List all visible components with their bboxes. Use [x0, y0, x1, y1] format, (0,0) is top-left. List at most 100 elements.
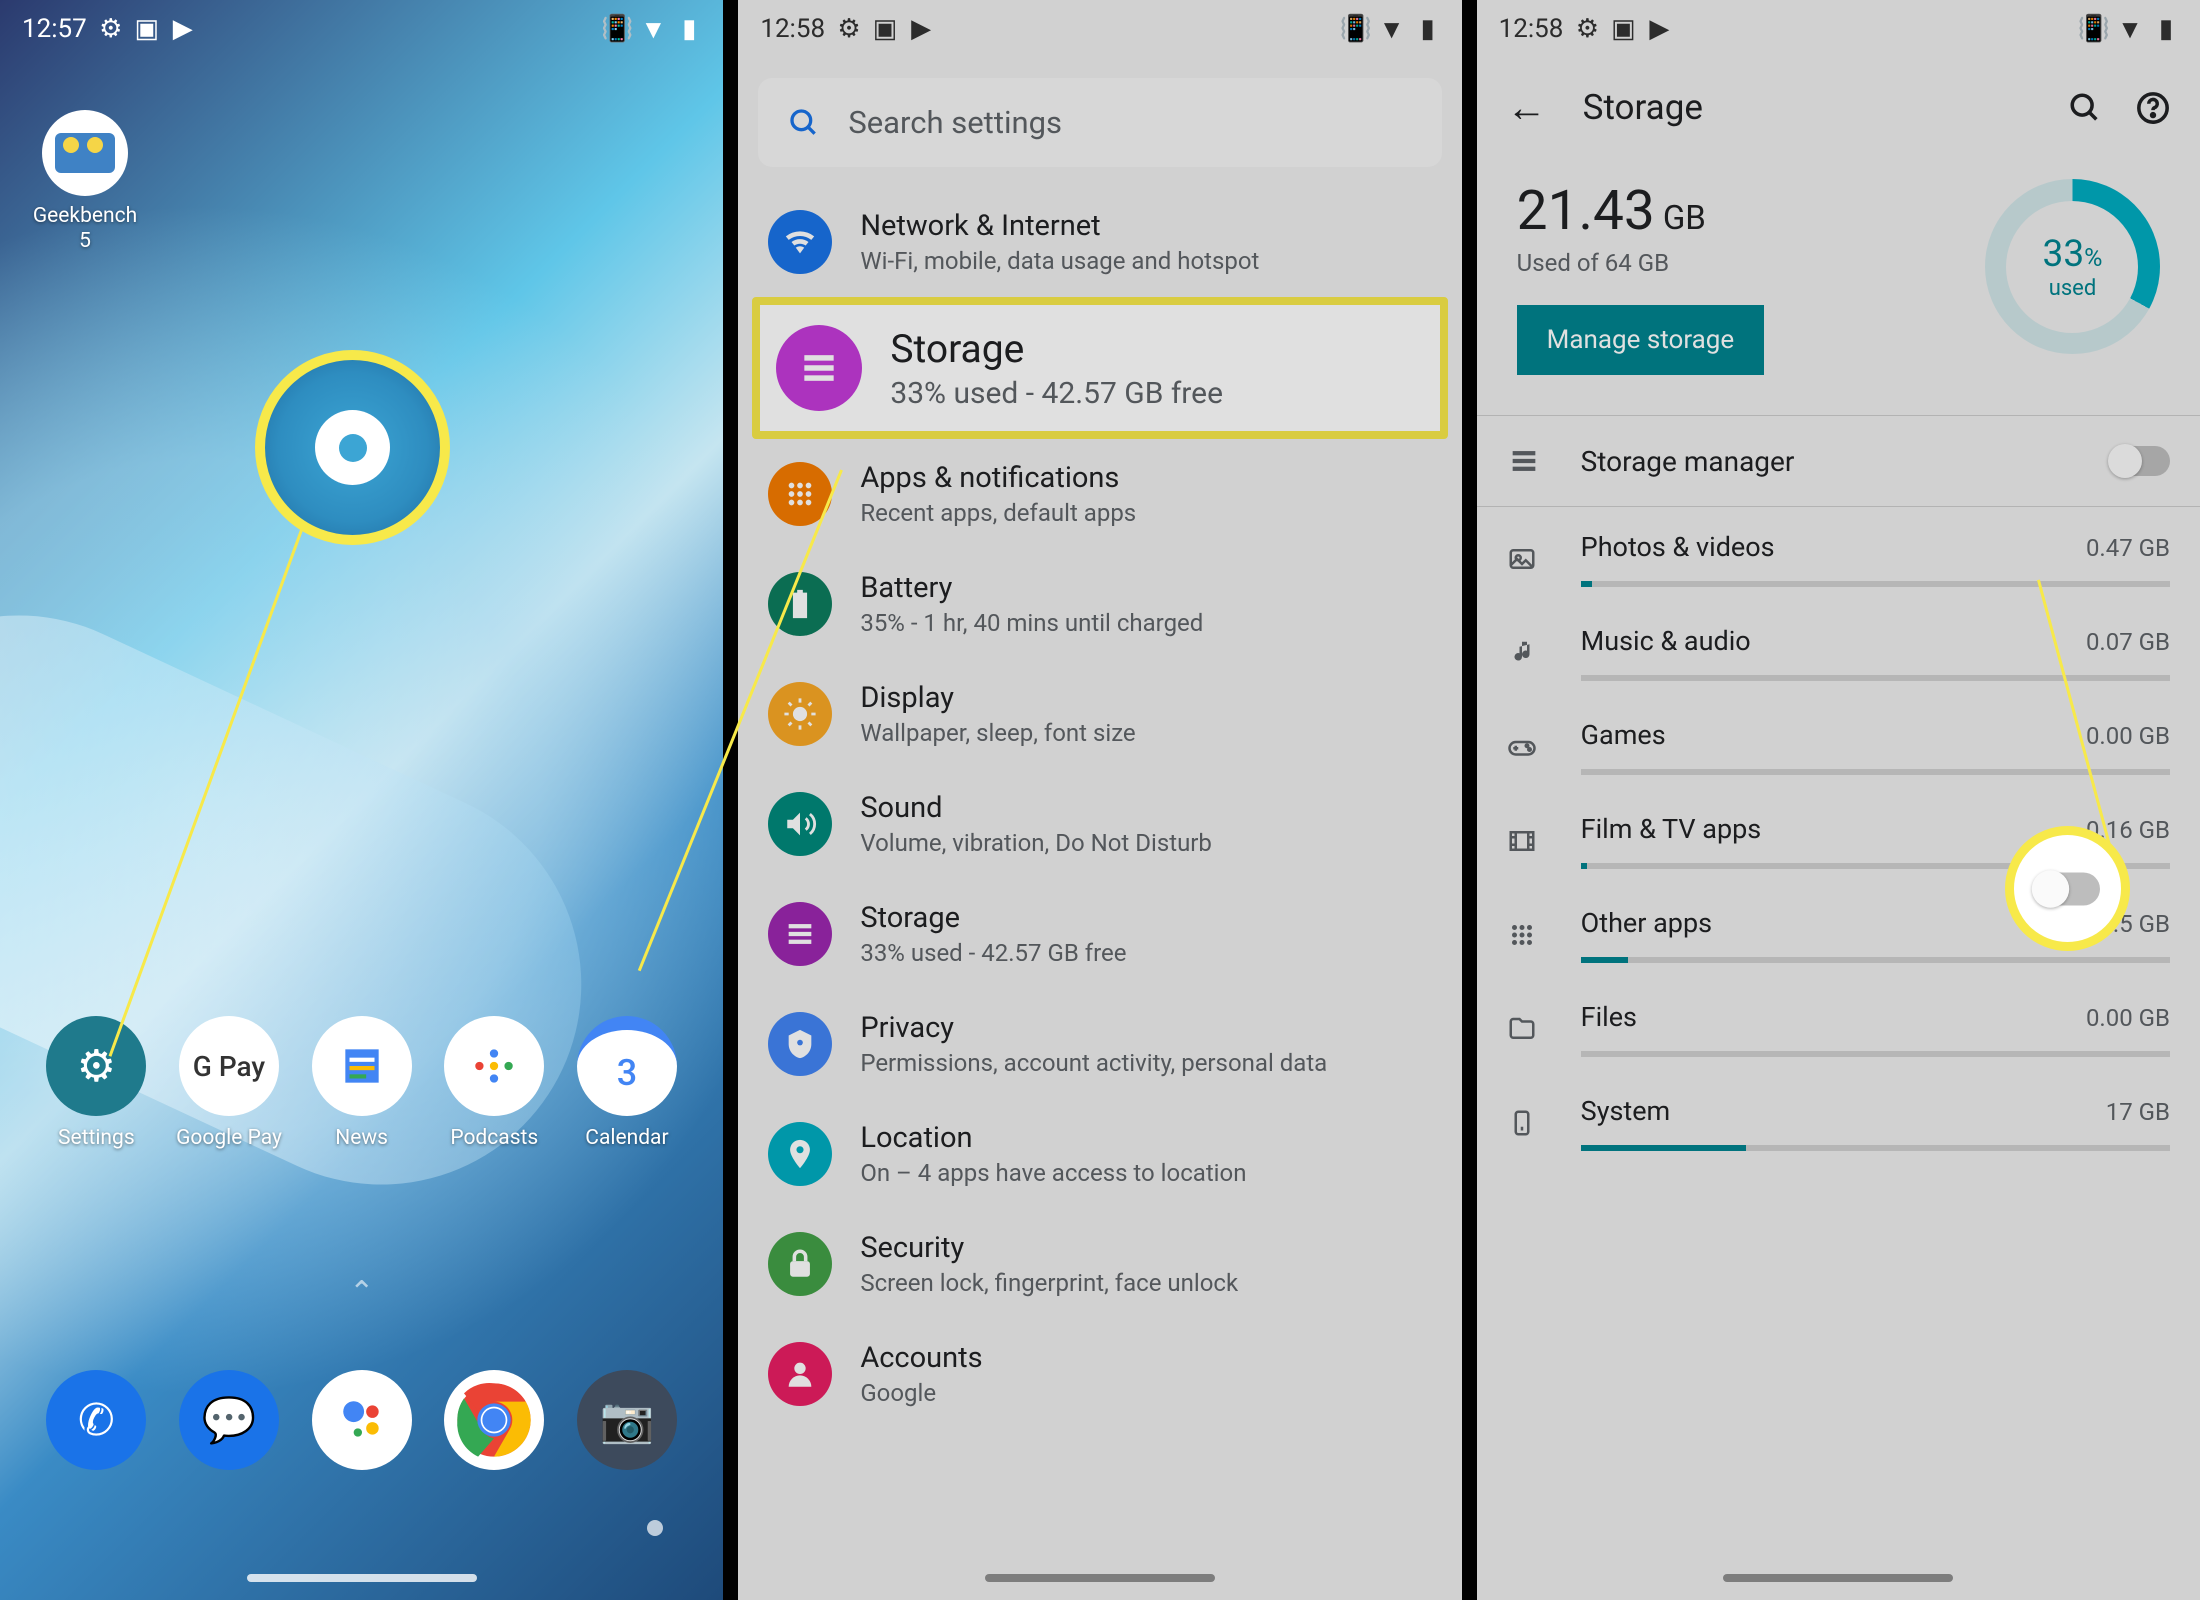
- gear-icon: ⚙: [46, 1016, 146, 1116]
- category-games[interactable]: Games0.00 GB: [1507, 695, 2170, 789]
- clock: 12:57: [22, 14, 87, 44]
- setting-storage[interactable]: Storage33% used - 42.57 GB free: [738, 879, 1461, 989]
- assistant-icon: [312, 1370, 412, 1470]
- setting-apps[interactable]: Apps & notificationsRecent apps, default…: [738, 439, 1461, 549]
- setting-storage-highlighted[interactable]: Storage33% used - 42.57 GB free: [752, 297, 1447, 439]
- dock-row-2: ✆ 💬 📷: [0, 1370, 723, 1470]
- setting-display[interactable]: DisplayWallpaper, sleep, font size: [738, 659, 1461, 769]
- settings-screen: 12:58 ⚙ ▣ ▶ 📳 ▼ ▮ Search settings Networ…: [738, 0, 1461, 1600]
- vibrate-icon: 📳: [605, 17, 629, 41]
- folder-icon: [1507, 1014, 1551, 1044]
- storage-header: ← Storage: [1477, 58, 2200, 149]
- privacy-icon: [768, 1012, 832, 1076]
- play-icon: ▶: [171, 17, 195, 41]
- gear-icon: ⚙: [99, 17, 123, 41]
- app-news[interactable]: News: [297, 1016, 427, 1150]
- storage-manager-row[interactable]: Storage manager: [1477, 416, 2200, 506]
- security-icon: [768, 1232, 832, 1296]
- vibrate-icon: 📳: [1344, 17, 1368, 41]
- dock-row-1: ⚙Settings G PayGoogle Pay News Podcasts …: [0, 1016, 723, 1150]
- nav-handle[interactable]: [985, 1574, 1215, 1582]
- app-messages[interactable]: 💬: [164, 1370, 294, 1470]
- app-podcasts[interactable]: Podcasts: [429, 1016, 559, 1150]
- battery-icon: ▮: [1416, 17, 1440, 41]
- usage-ring-chart: 33% used: [1985, 179, 2160, 354]
- gear-icon: ⚙: [1575, 17, 1599, 41]
- setting-battery[interactable]: Battery35% - 1 hr, 40 mins until charged: [738, 549, 1461, 659]
- wifi-icon: ▼: [1380, 17, 1404, 41]
- nav-handle[interactable]: [247, 1574, 477, 1582]
- apps-icon: [1507, 920, 1551, 950]
- chevron-up-icon[interactable]: ⌃: [349, 1275, 374, 1310]
- app-settings[interactable]: ⚙Settings: [31, 1016, 161, 1150]
- music-icon: [1507, 638, 1551, 668]
- film-icon: [1507, 826, 1551, 856]
- search-placeholder: Search settings: [848, 104, 1062, 141]
- app-label: Geekbench 5: [30, 204, 140, 254]
- app-phone[interactable]: ✆: [31, 1370, 161, 1470]
- photos-icon: [1507, 544, 1551, 574]
- settings-list: Network & InternetWi-Fi, mobile, data us…: [738, 177, 1461, 1439]
- manage-storage-button[interactable]: Manage storage: [1517, 305, 1765, 375]
- storage-screen: 12:58 ⚙ ▣ ▶ 📳 ▼ ▮ ← Storage 21.43 GB Use…: [1477, 0, 2200, 1600]
- location-icon: [768, 1122, 832, 1186]
- vibrate-icon: 📳: [2082, 17, 2106, 41]
- storage-icon: [1507, 444, 1551, 478]
- app-chrome[interactable]: [429, 1370, 559, 1470]
- clock: 12:58: [760, 14, 825, 44]
- gpay-icon: G Pay: [179, 1016, 279, 1116]
- status-bar: 12:57 ⚙ ▣ ▶ 📳 ▼ ▮: [0, 0, 723, 58]
- used-amount: 21.43 GB: [1517, 179, 1945, 243]
- calendar-icon: 3: [577, 1016, 677, 1116]
- sim-icon: ▣: [873, 17, 897, 41]
- search-settings[interactable]: Search settings: [758, 78, 1441, 167]
- wifi-icon: [768, 210, 832, 274]
- messages-icon: 💬: [179, 1370, 279, 1470]
- setting-network[interactable]: Network & InternetWi-Fi, mobile, data us…: [738, 187, 1461, 297]
- storage-manager-toggle[interactable]: [2110, 446, 2170, 476]
- app-google-pay[interactable]: G PayGoogle Pay: [164, 1016, 294, 1150]
- total-storage: Used of 64 GB: [1517, 249, 1945, 277]
- app-camera[interactable]: 📷: [562, 1370, 692, 1470]
- gear-icon: ⚙: [837, 17, 861, 41]
- app-geekbench[interactable]: Geekbench 5: [30, 110, 140, 254]
- play-icon: ▶: [909, 17, 933, 41]
- podcasts-icon: [444, 1016, 544, 1116]
- play-icon: ▶: [1647, 17, 1671, 41]
- app-calendar[interactable]: 3Calendar: [562, 1016, 692, 1150]
- search-icon[interactable]: [2068, 91, 2102, 125]
- setting-privacy[interactable]: PrivacyPermissions, account activity, pe…: [738, 989, 1461, 1099]
- clock: 12:58: [1499, 14, 1564, 44]
- setting-accounts[interactable]: AccountsGoogle: [738, 1319, 1461, 1429]
- help-icon[interactable]: [2136, 91, 2170, 125]
- sim-icon: ▣: [1611, 17, 1635, 41]
- status-bar: 12:58 ⚙ ▣ ▶ 📳 ▼ ▮: [1477, 0, 2200, 58]
- page-title: Storage: [1583, 87, 2032, 128]
- search-icon: [788, 107, 820, 139]
- status-bar: 12:58 ⚙ ▣ ▶ 📳 ▼ ▮: [738, 0, 1461, 58]
- battery-icon: ▮: [2154, 17, 2178, 41]
- wifi-icon: ▼: [2118, 17, 2142, 41]
- battery-icon: ▮: [677, 17, 701, 41]
- category-files[interactable]: Files0.00 GB: [1507, 977, 2170, 1071]
- toggle-highlight-callout: [2005, 826, 2130, 951]
- app-assistant[interactable]: [297, 1370, 427, 1470]
- camera-icon: 📷: [577, 1370, 677, 1470]
- storage-icon: [768, 902, 832, 966]
- category-music[interactable]: Music & audio0.07 GB: [1507, 601, 2170, 695]
- display-icon: [768, 682, 832, 746]
- home-screen: 12:57 ⚙ ▣ ▶ 📳 ▼ ▮ Geekbench 5 ⚙Settings …: [0, 0, 723, 1600]
- system-icon: [1507, 1108, 1551, 1138]
- category-photos[interactable]: Photos & videos0.47 GB: [1507, 507, 2170, 601]
- setting-sound[interactable]: SoundVolume, vibration, Do Not Disturb: [738, 769, 1461, 879]
- setting-location[interactable]: LocationOn – 4 apps have access to locat…: [738, 1099, 1461, 1209]
- wifi-icon: ▼: [641, 17, 665, 41]
- nav-handle[interactable]: [1723, 1574, 1953, 1582]
- news-icon: [312, 1016, 412, 1116]
- setting-security[interactable]: SecurityScreen lock, fingerprint, face u…: [738, 1209, 1461, 1319]
- storage-summary: 21.43 GB Used of 64 GB Manage storage 33…: [1477, 149, 2200, 415]
- sim-icon: ▣: [135, 17, 159, 41]
- category-system[interactable]: System17 GB: [1507, 1071, 2170, 1165]
- back-arrow-icon[interactable]: ←: [1507, 84, 1547, 131]
- sound-icon: [768, 792, 832, 856]
